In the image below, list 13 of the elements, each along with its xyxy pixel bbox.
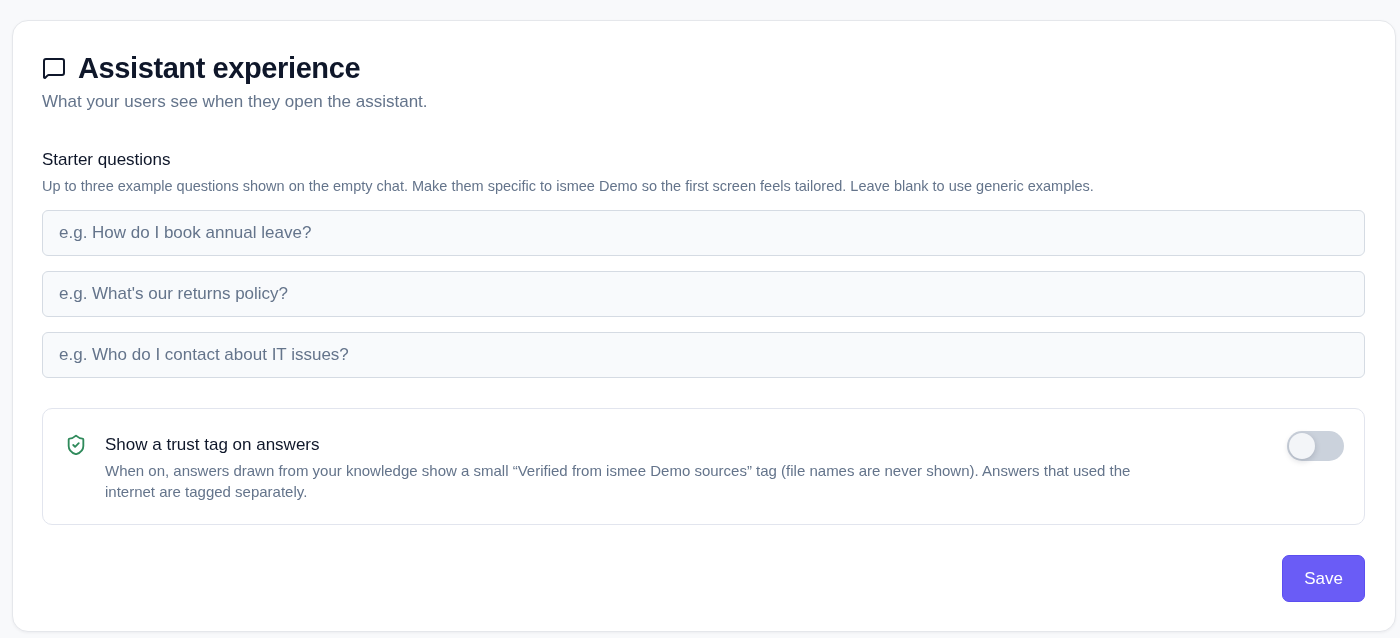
question-input-field[interactable]: e.g. What's our returns policy? [42,271,1365,317]
section-subtitle: What your users see when they open the assistant. [42,91,429,113]
field-label: Starter questions [42,149,172,171]
question-input-field[interactable]: e.g. Who do I contact about IT issues? [42,332,1365,378]
field-description: Up to three example questions shown on the empty chat. Make them specific to ismee Demo so the first screen feels tailored. Leave blank to use generic examples. [42,177,1095,195]
setting-title: Show a trust tag on answers [105,434,321,456]
save-button[interactable]: Save [1282,555,1365,602]
setting-description: When on, answers drawn from your knowledge show a small “Verified from ismee Demo sources” tag (file names are never shown). Answers that used the internet are tagged separately. [105,461,1132,502]
question-input-field[interactable]: e.g. How do I book annual leave? [42,210,1365,256]
shield-check-icon [65,434,87,456]
trust-tag-toggle[interactable] [1287,431,1344,461]
section-title: Assistant experience [78,51,361,85]
chat-bubble-icon [42,56,66,80]
